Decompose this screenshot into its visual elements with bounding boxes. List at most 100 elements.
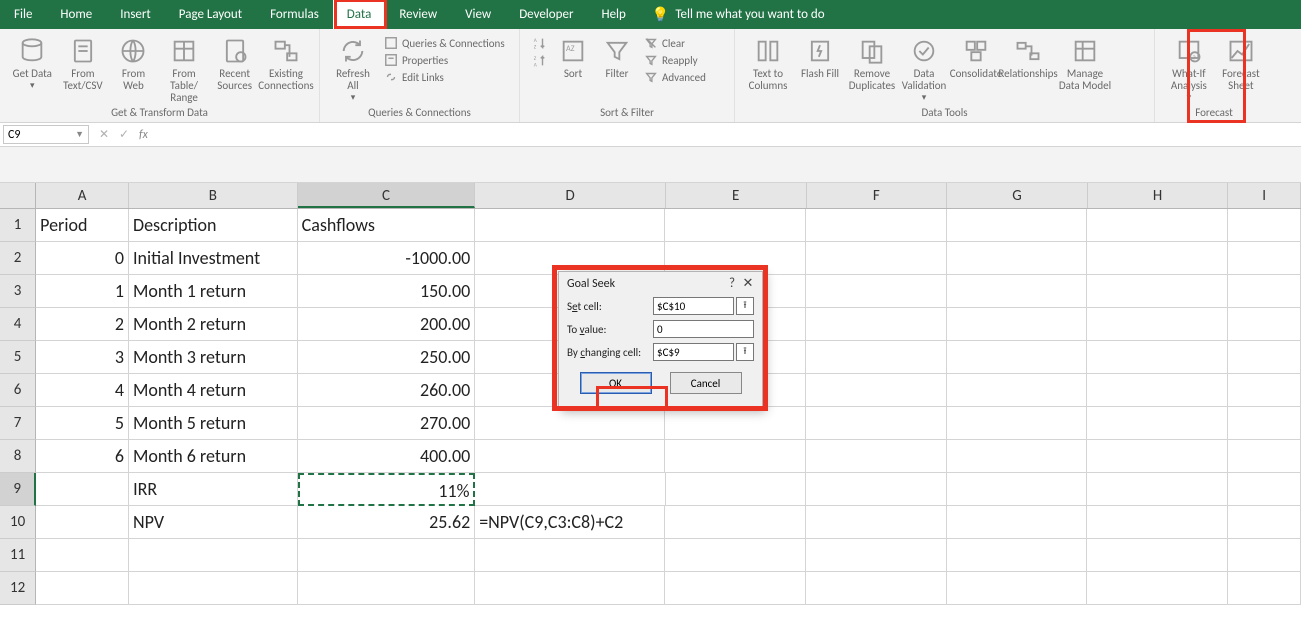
cell[interactable]: 11% xyxy=(298,473,476,506)
cell[interactable] xyxy=(806,473,947,506)
row-header[interactable]: 2 xyxy=(0,242,36,275)
cell[interactable] xyxy=(947,473,1088,506)
cell[interactable] xyxy=(129,539,298,572)
cell[interactable] xyxy=(1087,572,1228,605)
cell[interactable]: Period xyxy=(36,209,129,242)
text-to-columns-button[interactable]: Text to Columns xyxy=(745,35,791,92)
cell[interactable] xyxy=(1228,407,1301,440)
tab-file[interactable]: File xyxy=(0,0,46,29)
cell[interactable]: Initial Investment xyxy=(129,242,298,275)
cell[interactable]: Month 3 return xyxy=(129,341,298,374)
cancel-button[interactable]: Cancel xyxy=(670,372,742,394)
row-header[interactable]: 7 xyxy=(0,407,36,440)
row-header[interactable]: 8 xyxy=(0,440,36,473)
from-web-button[interactable]: From Web xyxy=(111,35,156,92)
cell[interactable] xyxy=(1228,341,1301,374)
cell[interactable] xyxy=(475,473,665,506)
cell[interactable]: 6 xyxy=(36,440,129,473)
range-picker-icon[interactable]: ⭱ xyxy=(736,297,754,315)
refresh-all-button[interactable]: Refresh All▾ xyxy=(330,35,376,104)
filter-button[interactable]: Filter xyxy=(598,35,636,80)
col-I[interactable]: I xyxy=(1228,183,1301,208)
row-header[interactable]: 12 xyxy=(0,572,36,605)
set-cell-input[interactable]: $C$10 xyxy=(653,297,734,315)
cell[interactable] xyxy=(1087,275,1228,308)
flash-fill-button[interactable]: Flash Fill xyxy=(797,35,843,80)
cell[interactable] xyxy=(1228,506,1301,539)
cell[interactable]: 25.62 xyxy=(298,506,476,539)
tab-developer[interactable]: Developer xyxy=(505,0,587,29)
tab-insert[interactable]: Insert xyxy=(106,0,165,29)
cell[interactable] xyxy=(1087,440,1228,473)
cell[interactable] xyxy=(947,572,1088,605)
cell[interactable] xyxy=(665,506,806,539)
cell[interactable]: 0 xyxy=(36,242,129,275)
get-data-button[interactable]: Get Data▾ xyxy=(10,35,55,92)
cell[interactable]: 260.00 xyxy=(298,374,476,407)
cell[interactable] xyxy=(947,209,1088,242)
cell[interactable]: 150.00 xyxy=(298,275,476,308)
close-icon[interactable]: ✕ xyxy=(740,276,756,291)
cell[interactable] xyxy=(1087,407,1228,440)
cell[interactable] xyxy=(947,506,1088,539)
recent-sources-button[interactable]: Recent Sources xyxy=(212,35,257,92)
cell[interactable]: -1000.00 xyxy=(298,242,476,275)
cell[interactable] xyxy=(36,572,129,605)
select-all-corner[interactable] xyxy=(0,183,36,208)
cell[interactable] xyxy=(947,440,1088,473)
cell[interactable] xyxy=(947,374,1088,407)
cell[interactable] xyxy=(665,209,806,242)
to-value-input[interactable]: 0 xyxy=(653,320,754,338)
cell[interactable] xyxy=(806,374,947,407)
row-header[interactable]: 5 xyxy=(0,341,36,374)
cell[interactable] xyxy=(665,440,806,473)
cell[interactable] xyxy=(806,275,947,308)
cell[interactable] xyxy=(475,572,665,605)
clear-filter-button[interactable]: Clear xyxy=(642,35,708,51)
cell[interactable] xyxy=(665,407,806,440)
cell[interactable]: Month 4 return xyxy=(129,374,298,407)
edit-links-button[interactable]: Edit Links xyxy=(382,69,507,85)
cell[interactable] xyxy=(1087,539,1228,572)
cell[interactable] xyxy=(1228,209,1301,242)
tell-me-search[interactable]: 💡 Tell me what you want to do xyxy=(640,0,825,29)
tab-formulas[interactable]: Formulas xyxy=(256,0,333,29)
col-D[interactable]: D xyxy=(475,183,665,208)
cell[interactable] xyxy=(475,539,665,572)
name-box[interactable]: C9 ▼ xyxy=(3,125,89,144)
cell[interactable] xyxy=(1228,539,1301,572)
cancel-formula-icon[interactable]: ✕ xyxy=(95,127,113,142)
advanced-filter-button[interactable]: Advanced xyxy=(642,69,708,85)
cell[interactable] xyxy=(475,440,665,473)
cell[interactable] xyxy=(806,242,947,275)
cell[interactable] xyxy=(1087,374,1228,407)
cell[interactable] xyxy=(806,341,947,374)
forecast-sheet-button[interactable]: Forecast Sheet xyxy=(1219,35,1263,92)
tab-view[interactable]: View xyxy=(451,0,505,29)
consolidate-button[interactable]: Consolidate xyxy=(953,35,999,80)
cell[interactable] xyxy=(1087,506,1228,539)
help-icon[interactable]: ? xyxy=(724,276,740,291)
cell[interactable]: Month 1 return xyxy=(129,275,298,308)
cell[interactable]: 200.00 xyxy=(298,308,476,341)
tab-review[interactable]: Review xyxy=(385,0,451,29)
row-header[interactable]: 1 xyxy=(0,209,36,242)
cell[interactable]: 400.00 xyxy=(298,440,476,473)
cell[interactable]: 250.00 xyxy=(298,341,476,374)
cell[interactable]: 2 xyxy=(36,308,129,341)
row-header[interactable]: 4 xyxy=(0,308,36,341)
cell[interactable] xyxy=(298,572,476,605)
cell[interactable]: Description xyxy=(129,209,298,242)
cell[interactable]: NPV xyxy=(129,506,298,539)
from-table-range-button[interactable]: From Table/ Range xyxy=(162,35,207,104)
cell[interactable] xyxy=(1087,209,1228,242)
cell[interactable] xyxy=(1087,308,1228,341)
range-picker-icon[interactable]: ⭱ xyxy=(736,343,754,361)
cell[interactable] xyxy=(129,572,298,605)
col-E[interactable]: E xyxy=(666,183,807,208)
tab-page-layout[interactable]: Page Layout xyxy=(165,0,256,29)
cell[interactable] xyxy=(475,407,665,440)
cell[interactable] xyxy=(36,506,129,539)
col-A[interactable]: A xyxy=(36,183,129,208)
cell[interactable] xyxy=(806,506,947,539)
